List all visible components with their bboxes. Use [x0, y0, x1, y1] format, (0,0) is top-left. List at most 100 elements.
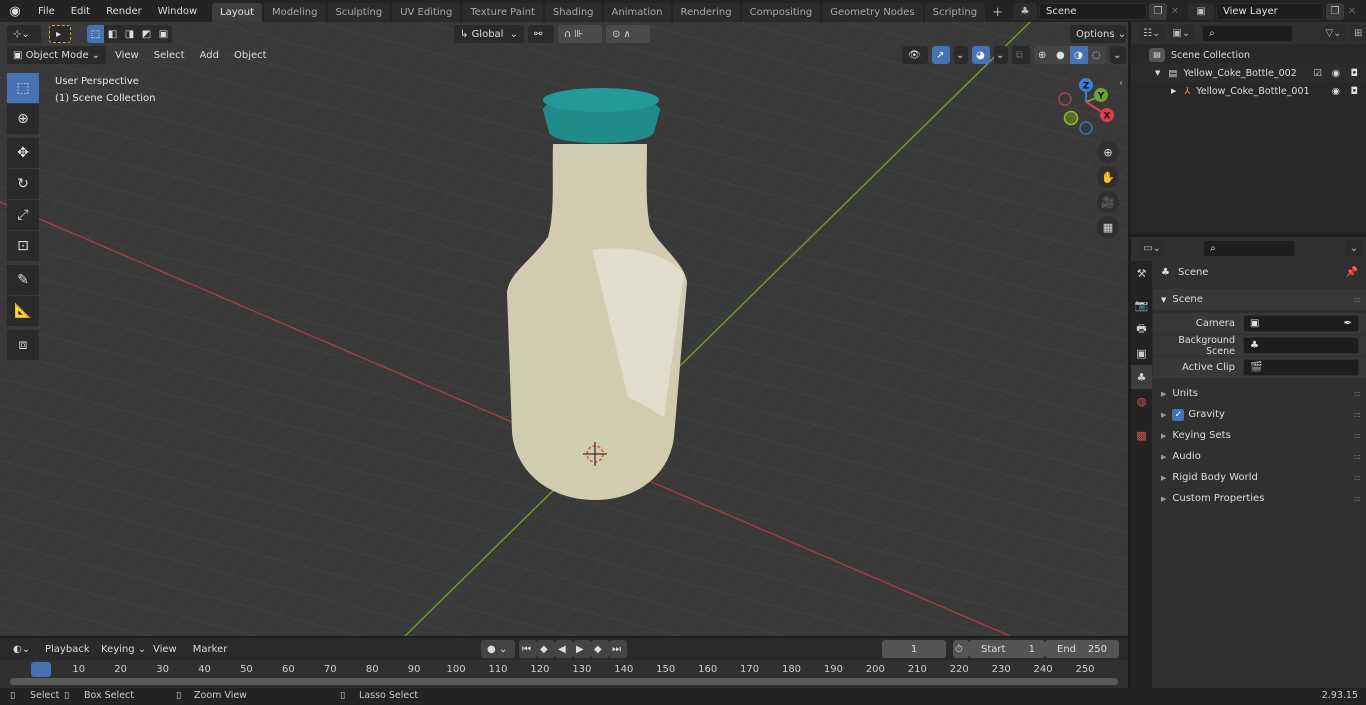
tab-modeling[interactable]: Modeling [264, 3, 326, 22]
world-tab-icon[interactable]: ◍ [1131, 389, 1152, 413]
duplicate-view-layer-icon[interactable]: ❐ [1326, 2, 1344, 20]
auto-keying-icon[interactable]: ● ⌄ [481, 640, 515, 658]
tab-layout[interactable]: Layout [212, 3, 262, 22]
scene-icon[interactable]: ♣ [1013, 2, 1037, 20]
pivot-point-icon[interactable]: ⚯ [528, 25, 554, 43]
prev-keyframe-icon[interactable]: ◆ [537, 640, 555, 658]
navigation-gizmo[interactable]: Z Y X [1055, 75, 1120, 140]
play-icon[interactable]: ▶ [573, 640, 591, 658]
new-collection-icon[interactable]: ⊞ [1350, 24, 1366, 42]
display-mode-icon[interactable]: ☷⌄ [1139, 24, 1165, 42]
scene-tab-icon[interactable]: ♣ [1131, 365, 1152, 389]
playhead[interactable] [31, 662, 51, 677]
render-tab-icon[interactable]: 📷 [1131, 293, 1152, 317]
timeline-marker-menu[interactable]: Marker [187, 640, 234, 658]
units-panel[interactable]: ▶ Units:::: [1153, 383, 1366, 404]
tab-compositing[interactable]: Compositing [741, 3, 821, 22]
gravity-checkbox[interactable]: ✓ [1172, 408, 1185, 421]
texture-tab-icon[interactable]: ▩ [1131, 423, 1152, 447]
rigid-body-world-panel[interactable]: ▶ Rigid Body World:::: [1153, 467, 1366, 488]
menu-render[interactable]: Render [98, 6, 150, 17]
zoom-icon[interactable]: ⊕ [1097, 141, 1119, 163]
jump-end-icon[interactable]: ⏭ [609, 640, 627, 658]
gizmo-neg-y[interactable] [1063, 110, 1079, 126]
editor-type-icon[interactable]: ◐⌄ [7, 640, 35, 658]
current-frame-field[interactable]: 1 [882, 640, 946, 658]
tab-shading[interactable]: Shading [544, 3, 602, 22]
expand-arrow-icon[interactable]: ▶ [1171, 87, 1176, 95]
pin-icon[interactable]: 📌 [1346, 267, 1358, 278]
tab-geometry-nodes[interactable]: Geometry Nodes [822, 3, 923, 22]
overlay-dropdown-icon[interactable]: ⌄ [994, 46, 1008, 64]
outliner-row-scene-collection[interactable]: ▤ Scene Collection [1131, 46, 1366, 64]
menu-window[interactable]: Window [150, 6, 205, 17]
move-tool-icon[interactable]: ✥ [7, 138, 39, 168]
gizmo-neg-z[interactable] [1079, 121, 1093, 135]
transform-tool-icon[interactable]: ⊡ [7, 231, 39, 261]
outliner-row-object[interactable]: ▶ ⅄ Yellow_Coke_Bottle_001 ◉ ◘ [1131, 82, 1366, 100]
outliner-search-input[interactable]: ⌕ [1202, 24, 1293, 42]
select-extend-icon[interactable]: ◧ [104, 25, 121, 43]
shading-dropdown-icon[interactable]: ⌄ [1110, 46, 1126, 64]
tab-uv-editing[interactable]: UV Editing [392, 3, 461, 22]
view-layer-tab-icon[interactable]: ▣ [1131, 341, 1152, 365]
outliner-row-collection[interactable]: ▼ ▤ Yellow_Coke_Bottle_002 ☑ ◉ ◘ [1131, 64, 1366, 82]
select-box-tool-icon[interactable]: ⬚ [7, 73, 39, 103]
blender-logo-icon[interactable]: ◉ [0, 4, 30, 19]
active-clip-field[interactable]: 🎬 [1243, 359, 1359, 376]
menu-object[interactable]: Object [228, 46, 273, 64]
delete-scene-icon[interactable]: ✕ [1167, 3, 1183, 20]
exclude-checkbox-icon[interactable]: ☑ [1313, 68, 1322, 79]
wireframe-shading-icon[interactable]: ⊕ [1034, 46, 1052, 64]
measure-tool-icon[interactable]: 📐 [7, 296, 39, 326]
select-subtract-icon[interactable]: ◨ [121, 25, 138, 43]
delete-view-layer-icon[interactable]: ✕ [1344, 3, 1360, 20]
drag-handle-icon[interactable]: :::: [1353, 295, 1361, 304]
select-tool-icon[interactable]: ▸ [49, 25, 71, 43]
options-dropdown[interactable]: Options ⌄ [1070, 25, 1126, 43]
select-invert-icon[interactable]: ◩ [138, 25, 155, 43]
tab-rendering[interactable]: Rendering [672, 3, 740, 22]
end-frame-field[interactable]: End 250 [1045, 640, 1119, 658]
xray-toggle-icon[interactable]: ⧉ [1012, 46, 1030, 64]
camera-field[interactable]: ▣ ✒ [1243, 315, 1359, 332]
stopwatch-icon[interactable]: ⏱ [953, 640, 969, 658]
cursor-tool-icon[interactable]: ⊕ [7, 104, 39, 134]
3d-viewport[interactable] [0, 22, 1128, 636]
eye-visibility-icon[interactable]: ◉ [1332, 68, 1340, 79]
gravity-panel[interactable]: ▶ ✓ Gravity:::: [1153, 404, 1366, 425]
annotate-tool-icon[interactable]: ✎ [7, 265, 39, 295]
filter-icon[interactable]: ▽⌄ [1320, 24, 1347, 42]
tool-tab-icon[interactable]: ⚒ [1131, 261, 1152, 285]
rendered-shading-icon[interactable]: ◌ [1088, 46, 1106, 64]
mode-dropdown[interactable]: ▣ Object Mode ⌄ [7, 46, 106, 64]
proportional-edit-icon[interactable]: ⊙ ∧ [606, 25, 650, 43]
gizmo-neg-x[interactable] [1058, 92, 1072, 106]
overlay-toggle-icon[interactable]: ◕ [972, 46, 990, 64]
audio-panel[interactable]: ▶ Audio:::: [1153, 446, 1366, 467]
eyedropper-icon[interactable]: ✒ [1344, 316, 1352, 331]
output-tab-icon[interactable]: 🖶 [1131, 317, 1152, 341]
properties-options-icon[interactable]: ⌄ [1345, 239, 1363, 257]
select-intersect-icon[interactable]: ▣ [155, 25, 172, 43]
eye-visibility-icon[interactable]: ◉ [1332, 86, 1340, 97]
menu-file[interactable]: File [30, 6, 63, 17]
expand-arrow-icon[interactable]: ▼ [1155, 69, 1160, 77]
render-camera-icon[interactable]: ◘ [1350, 86, 1358, 97]
add-workspace-button[interactable]: + [987, 3, 1008, 22]
scale-tool-icon[interactable]: ⤢ [7, 200, 39, 230]
solid-shading-icon[interactable]: ● [1052, 46, 1070, 64]
material-shading-icon[interactable]: ◑ [1070, 46, 1088, 64]
tab-sculpting[interactable]: Sculpting [327, 3, 391, 22]
select-new-icon[interactable]: ⬚ [87, 25, 104, 43]
next-keyframe-icon[interactable]: ◆ [591, 640, 609, 658]
scene-panel-header[interactable]: ▼ Scene :::: [1153, 289, 1366, 310]
start-frame-field[interactable]: Start 1 [969, 640, 1045, 658]
tab-scripting[interactable]: Scripting [924, 3, 986, 22]
background-scene-field[interactable]: ♣ [1243, 337, 1359, 354]
timeline-view-menu[interactable]: View [147, 640, 183, 658]
editor-type-icon[interactable]: ▭⌄ [1139, 239, 1165, 257]
transform-orientation-dropdown[interactable]: ↳ Global ⌄ [454, 25, 524, 43]
play-reverse-icon[interactable]: ◀ [555, 640, 573, 658]
add-cube-tool-icon[interactable]: ⧈ [7, 330, 39, 360]
